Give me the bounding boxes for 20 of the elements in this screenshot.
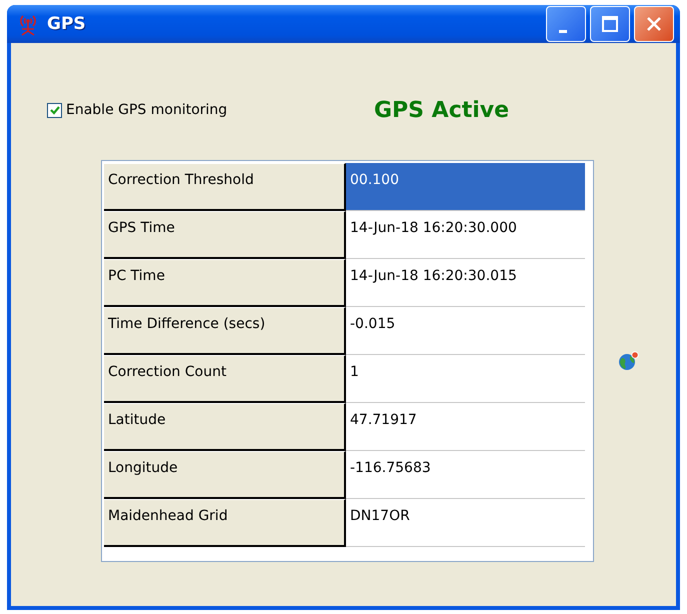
minimize-icon <box>559 30 567 32</box>
close-button[interactable] <box>634 6 674 42</box>
maximize-button[interactable] <box>590 6 630 42</box>
globe-icon <box>618 351 640 371</box>
status-text: GPS Active <box>374 98 510 122</box>
row-header: Latitude <box>104 403 346 451</box>
window-title: GPS <box>47 14 87 34</box>
row-header: Correction Threshold <box>104 163 346 211</box>
row-header: GPS Time <box>104 211 346 259</box>
table-cell[interactable]: 00.100 <box>346 163 585 211</box>
close-icon <box>646 16 662 32</box>
enable-checkbox[interactable]: Enable GPS monitoring <box>47 102 367 118</box>
row-header: Correction Count <box>104 355 346 403</box>
row-header: Longitude <box>104 451 346 499</box>
checkbox[interactable] <box>47 102 62 118</box>
row-header: Maidenhead Grid <box>104 499 346 547</box>
row-header: Time Difference (secs) <box>104 307 346 355</box>
row-header: PC Time <box>104 259 346 307</box>
maximize-icon <box>601 15 619 33</box>
minimize-button[interactable] <box>546 6 586 42</box>
